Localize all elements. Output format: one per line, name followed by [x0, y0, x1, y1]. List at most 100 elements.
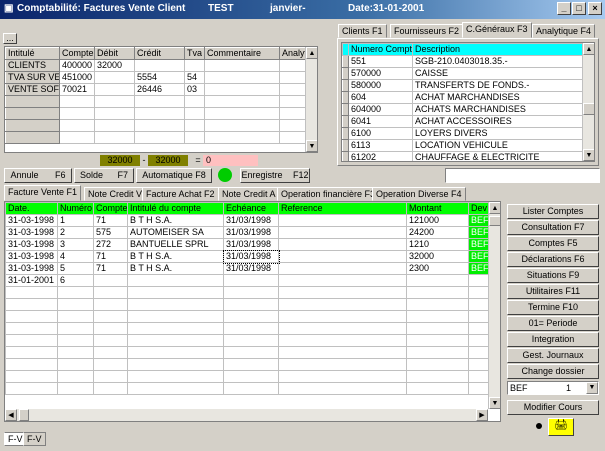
- table-cell[interactable]: [5, 286, 58, 299]
- table-cell[interactable]: [223, 286, 279, 299]
- side-button-9[interactable]: Gest. Journaux: [507, 348, 599, 363]
- table-cell[interactable]: [57, 358, 94, 371]
- table-cell[interactable]: [93, 370, 128, 383]
- table-cell[interactable]: [406, 370, 469, 383]
- table-cell[interactable]: 451000: [59, 71, 95, 84]
- table-cell[interactable]: [127, 358, 224, 371]
- print-button[interactable]: 🖨: [548, 418, 574, 436]
- table-cell[interactable]: VENTE SOF: [5, 83, 60, 96]
- table-cell[interactable]: [59, 119, 95, 132]
- table-cell[interactable]: 121000: [406, 214, 469, 227]
- table-cell[interactable]: 31-03-1998: [5, 262, 58, 275]
- table-cell[interactable]: [278, 250, 407, 263]
- table-cell[interactable]: [127, 286, 224, 299]
- currency-select[interactable]: BEF 1 ▼: [507, 381, 599, 395]
- accounts-header[interactable]: Description: [412, 43, 584, 56]
- table-cell[interactable]: 31-03-1998: [5, 214, 58, 227]
- invoice-grid-header[interactable]: Reference: [278, 202, 407, 215]
- table-row[interactable]: TVA SUR VE 451000 5554 54: [5, 71, 307, 84]
- table-cell[interactable]: [278, 262, 407, 275]
- table-cell[interactable]: [5, 382, 58, 395]
- side-button-1[interactable]: Consultation F7: [507, 220, 599, 235]
- table-cell[interactable]: [406, 382, 469, 395]
- tab-main-5[interactable]: Operation Diverse F4: [372, 187, 466, 201]
- table-cell[interactable]: [278, 382, 407, 395]
- entry-grid-header[interactable]: Commentaire: [204, 47, 280, 60]
- table-cell[interactable]: 31/03/1998: [222, 249, 280, 264]
- table-row[interactable]: VENTE SOF 70021 26446 03: [5, 83, 307, 96]
- table-cell[interactable]: [127, 382, 224, 395]
- invoice-grid-vscrollbar[interactable]: ▲ ▼: [488, 202, 500, 409]
- table-cell[interactable]: 6113: [348, 139, 413, 152]
- table-cell[interactable]: [406, 346, 469, 359]
- table-cell[interactable]: [204, 71, 280, 84]
- table-cell[interactable]: AUTOMEISER SA: [127, 226, 224, 239]
- table-cell[interactable]: 31/03/1998: [223, 226, 279, 239]
- scroll-thumb[interactable]: [583, 103, 594, 115]
- entry-grid-header[interactable]: Intitulé: [5, 47, 60, 60]
- table-cell[interactable]: [57, 322, 94, 335]
- maximize-button[interactable]: □: [572, 2, 586, 15]
- list-item[interactable]: 604 ACHAT MARCHANDISES: [342, 91, 584, 104]
- table-cell[interactable]: [57, 286, 94, 299]
- table-cell[interactable]: [5, 119, 60, 132]
- table-cell[interactable]: [278, 346, 407, 359]
- table-cell[interactable]: [278, 286, 407, 299]
- table-row[interactable]: [5, 119, 307, 132]
- table-cell[interactable]: [93, 346, 128, 359]
- radio-dot-icon[interactable]: [536, 423, 542, 429]
- list-item[interactable]: 61202 CHAUFFAGE & ELECTRICITE: [342, 151, 584, 161]
- table-cell[interactable]: BEF: [468, 238, 490, 251]
- table-cell[interactable]: [94, 107, 135, 120]
- table-cell[interactable]: [127, 274, 224, 287]
- modifier-cours-button[interactable]: Modifier Cours: [507, 400, 599, 415]
- table-cell[interactable]: [134, 131, 185, 144]
- entry-grid-header[interactable]: Débit: [94, 47, 135, 60]
- entry-grid-header[interactable]: Analyt: [279, 47, 307, 60]
- table-cell[interactable]: [59, 131, 95, 144]
- table-cell[interactable]: [279, 59, 307, 72]
- table-cell[interactable]: BEF: [468, 250, 490, 263]
- scroll-thumb[interactable]: [489, 216, 500, 226]
- invoice-grid-header[interactable]: Date.: [5, 202, 58, 215]
- table-cell[interactable]: 54: [184, 71, 205, 84]
- table-cell[interactable]: 272: [93, 238, 128, 251]
- table-cell[interactable]: [406, 334, 469, 347]
- table-cell[interactable]: 71: [93, 262, 128, 275]
- table-cell[interactable]: [204, 131, 280, 144]
- table-cell[interactable]: [468, 322, 490, 335]
- table-cell[interactable]: [278, 298, 407, 311]
- side-button-10[interactable]: Change dossier: [507, 364, 599, 379]
- table-cell[interactable]: [57, 346, 94, 359]
- table-cell[interactable]: [204, 119, 280, 132]
- table-row[interactable]: [5, 298, 490, 311]
- table-cell[interactable]: [278, 226, 407, 239]
- table-row[interactable]: [5, 286, 490, 299]
- table-cell[interactable]: BEF: [468, 226, 490, 239]
- table-cell[interactable]: ACHATS MARCHANDISES: [412, 103, 584, 116]
- table-cell[interactable]: 71: [93, 214, 128, 227]
- table-cell[interactable]: [5, 310, 58, 323]
- table-cell[interactable]: [468, 346, 490, 359]
- invoice-grid-header[interactable]: Intitulé du compte: [127, 202, 224, 215]
- table-cell[interactable]: 570000: [348, 67, 413, 80]
- table-cell[interactable]: [468, 382, 490, 395]
- table-cell[interactable]: TVA SUR VE: [5, 71, 60, 84]
- table-cell[interactable]: [204, 83, 280, 96]
- table-cell[interactable]: [468, 358, 490, 371]
- close-button[interactable]: ×: [588, 2, 602, 15]
- table-cell[interactable]: [204, 95, 280, 108]
- table-cell[interactable]: [5, 334, 58, 347]
- list-item[interactable]: 570000 CAISSE: [342, 67, 584, 80]
- table-cell[interactable]: 6100: [348, 127, 413, 140]
- table-cell[interactable]: [279, 119, 307, 132]
- table-cell[interactable]: BANTUELLE SPRL: [127, 238, 224, 251]
- table-row[interactable]: [5, 310, 490, 323]
- table-cell[interactable]: [134, 107, 185, 120]
- table-cell[interactable]: 604000: [348, 103, 413, 116]
- table-row[interactable]: [5, 382, 490, 395]
- table-cell[interactable]: [94, 71, 135, 84]
- invoice-grid-header[interactable]: Montant: [406, 202, 469, 215]
- table-cell[interactable]: [468, 286, 490, 299]
- table-cell[interactable]: [278, 322, 407, 335]
